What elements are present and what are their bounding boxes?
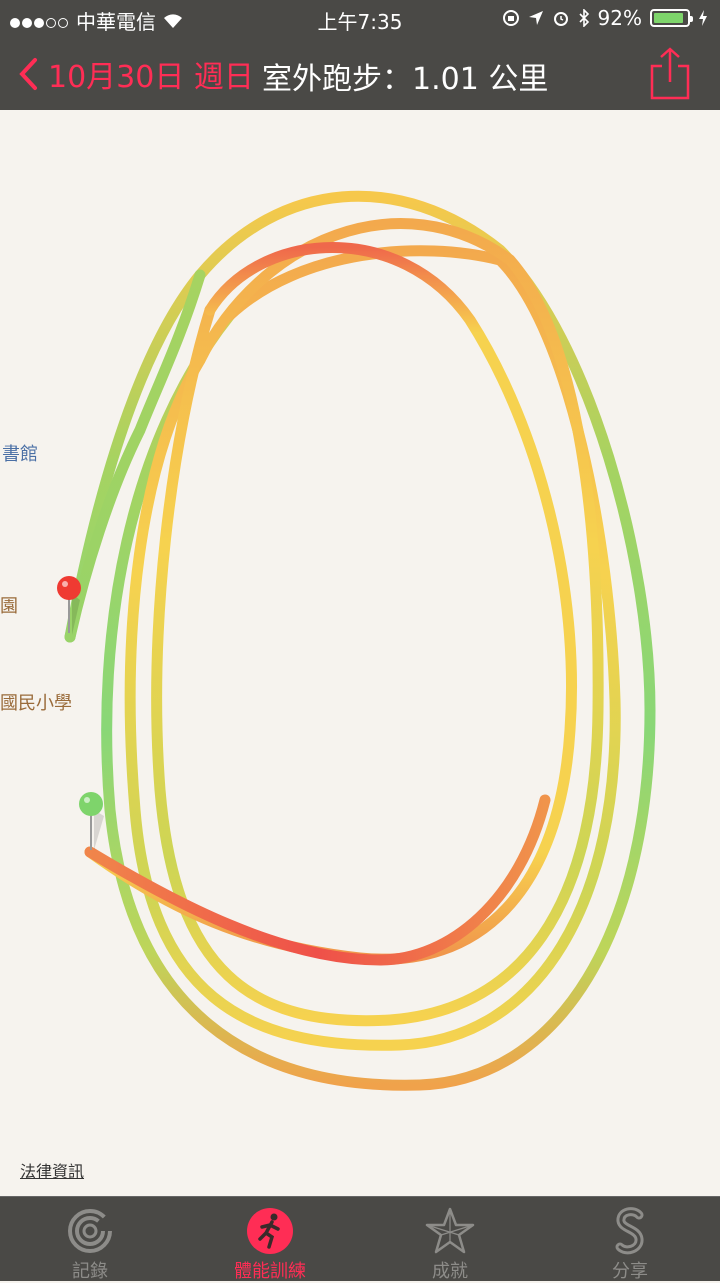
map-poi-school[interactable]: 國民小學 bbox=[0, 689, 72, 715]
start-pin bbox=[79, 792, 104, 850]
rings-icon bbox=[68, 1209, 112, 1253]
route-path bbox=[57, 190, 656, 1091]
tab-achievements[interactable]: 成就 bbox=[360, 1197, 540, 1282]
tab-label: 記錄 bbox=[72, 1261, 108, 1282]
star-icon bbox=[425, 1207, 475, 1254]
tab-bar: 記錄 體能訓練 成就 分享 bbox=[0, 1196, 720, 1282]
runner-icon bbox=[247, 1208, 293, 1254]
battery-percent: 92% bbox=[597, 6, 642, 30]
page-title: 室外跑步：1.01 公里 bbox=[262, 62, 549, 97]
bluetooth-icon bbox=[578, 9, 589, 27]
charging-icon bbox=[699, 10, 707, 26]
tab-label: 體能訓練 bbox=[234, 1261, 306, 1282]
battery-icon bbox=[650, 9, 693, 27]
share-s-icon bbox=[615, 1207, 644, 1255]
tab-label: 分享 bbox=[612, 1261, 648, 1282]
rotation-lock-icon bbox=[502, 10, 519, 26]
back-label: 10月30日 週日 bbox=[48, 60, 254, 95]
share-icon[interactable] bbox=[648, 46, 692, 100]
back-button[interactable]: 10月30日 週日 bbox=[18, 52, 254, 96]
nav-bar: 10月30日 週日 室外跑步：1.01 公里 bbox=[0, 38, 720, 110]
chevron-left-icon bbox=[19, 58, 37, 90]
map-poi-park[interactable]: 園 bbox=[0, 592, 18, 618]
tab-workouts[interactable]: 體能訓練 bbox=[180, 1197, 360, 1282]
tab-sharing[interactable]: 分享 bbox=[540, 1197, 720, 1282]
status-bar: 中華電信 上午7:35 92% bbox=[0, 0, 720, 38]
map-poi-library[interactable]: 書館 bbox=[2, 440, 38, 466]
location-icon bbox=[528, 11, 543, 25]
alarm-icon bbox=[553, 12, 568, 26]
legal-link[interactable]: 法律資訊 bbox=[20, 1158, 84, 1182]
route-map[interactable]: 書館 園 國民小學 法律資訊 bbox=[0, 110, 720, 1196]
tab-history[interactable]: 記錄 bbox=[0, 1197, 180, 1282]
tab-label: 成就 bbox=[432, 1261, 468, 1282]
